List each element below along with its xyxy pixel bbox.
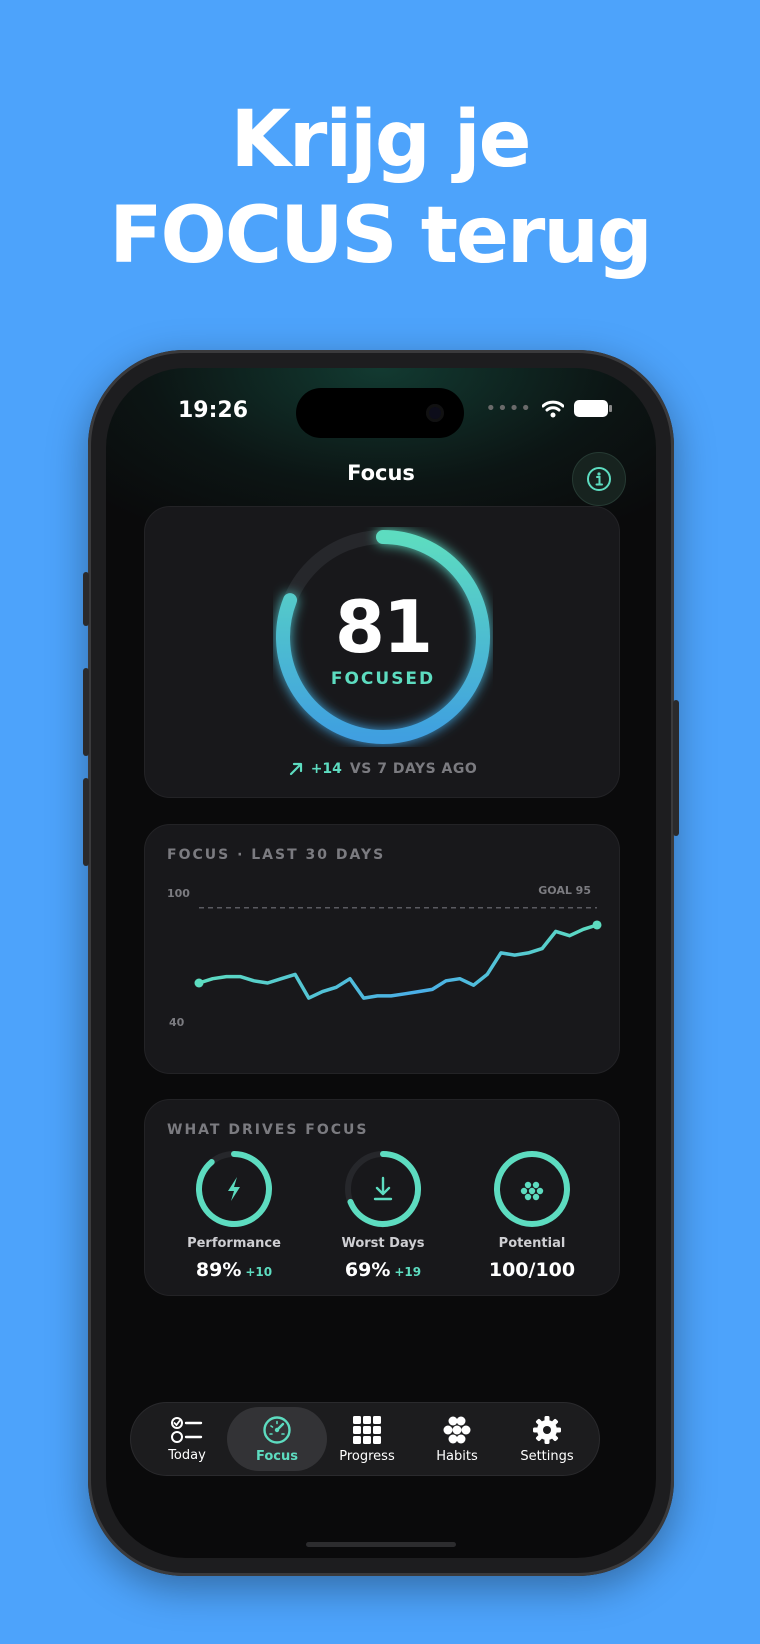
focus-trend-card: FOCUS · LAST 30 DAYS 100 40 GOAL 95 bbox=[144, 824, 620, 1074]
lightning-icon bbox=[228, 1177, 240, 1201]
tab-focus[interactable]: Focus bbox=[227, 1407, 327, 1471]
driver-potential[interactable]: Potential 100/100 bbox=[457, 1148, 607, 1281]
driver-performance[interactable]: Performance 89% +10 bbox=[159, 1148, 309, 1281]
phone-volume-up-button bbox=[83, 668, 89, 756]
tab-today-label: Today bbox=[168, 1447, 206, 1463]
headline-line-2: FOCUS terug bbox=[109, 191, 653, 281]
potential-value-row: 100/100 bbox=[457, 1259, 607, 1281]
arrow-up-right-icon bbox=[289, 762, 302, 776]
tab-focus-label: Focus bbox=[256, 1448, 298, 1464]
tab-bar: Today Focus Progress Habits Settings bbox=[130, 1402, 600, 1476]
performance-ring bbox=[196, 1151, 272, 1227]
driver-worst-days[interactable]: Worst Days 69% +19 bbox=[308, 1148, 458, 1281]
y-tick-max: 100 bbox=[167, 887, 190, 900]
app-screen: 19:26 •••• Focus 81 FOCUSED +14 VS 7 DAY… bbox=[106, 368, 656, 1558]
tab-progress-label: Progress bbox=[339, 1448, 395, 1464]
performance-value-row: 89% +10 bbox=[159, 1259, 309, 1281]
worst-days-ring bbox=[345, 1151, 421, 1227]
worst-days-value-row: 69% +19 bbox=[308, 1259, 458, 1281]
tab-progress[interactable]: Progress bbox=[317, 1407, 417, 1471]
tab-habits-label: Habits bbox=[436, 1448, 478, 1464]
focus-delta-text: VS 7 DAYS AGO bbox=[349, 761, 478, 777]
potential-ring bbox=[494, 1151, 570, 1227]
phone-frame: 19:26 •••• Focus 81 FOCUSED +14 VS 7 DAY… bbox=[83, 350, 679, 1576]
tab-settings[interactable]: Settings bbox=[497, 1407, 597, 1471]
phone-power-button bbox=[673, 700, 679, 836]
goal-label: GOAL 95 bbox=[538, 884, 591, 897]
gear-icon bbox=[533, 1415, 561, 1444]
gauge-icon bbox=[263, 1415, 291, 1444]
status-icons: •••• bbox=[485, 398, 612, 419]
y-tick-min: 40 bbox=[169, 1016, 185, 1029]
tab-settings-label: Settings bbox=[520, 1448, 574, 1464]
info-icon bbox=[587, 467, 611, 491]
focus-delta-value: +14 bbox=[310, 761, 342, 777]
download-arrow-icon bbox=[373, 1176, 393, 1201]
performance-value: 89% bbox=[195, 1259, 242, 1281]
phone-mute-button bbox=[83, 572, 89, 626]
signal-icon: •••• bbox=[485, 398, 532, 419]
focus-score-value: 81 bbox=[334, 585, 433, 669]
performance-label: Performance bbox=[187, 1236, 281, 1251]
wifi-icon bbox=[542, 400, 564, 417]
tab-today[interactable]: Today bbox=[137, 1407, 237, 1471]
checklist-icon bbox=[171, 1416, 203, 1443]
worst-days-delta: +19 bbox=[394, 1265, 422, 1279]
focus-series-line bbox=[197, 923, 599, 1000]
flower-icon bbox=[443, 1416, 471, 1443]
info-button[interactable] bbox=[572, 452, 626, 506]
tab-habits[interactable]: Habits bbox=[407, 1407, 507, 1471]
phone-volume-down-button bbox=[83, 778, 89, 866]
data-point bbox=[194, 978, 204, 988]
headline-line-1: Krijg je bbox=[230, 95, 531, 185]
focus-delta-row: +14 VS 7 DAYS AGO bbox=[145, 761, 621, 777]
data-point bbox=[592, 920, 602, 930]
focus-trend-chart: 100 40 GOAL 95 bbox=[167, 884, 602, 1029]
potential-value: 100/100 bbox=[488, 1259, 576, 1281]
worst-days-label: Worst Days bbox=[341, 1236, 425, 1251]
worst-days-value: 69% bbox=[344, 1259, 391, 1281]
battery-icon bbox=[574, 400, 612, 417]
focus-score-card: 81 FOCUSED +14 VS 7 DAYS AGO bbox=[144, 506, 620, 798]
home-indicator bbox=[306, 1542, 456, 1547]
focus-score-label: FOCUSED bbox=[330, 669, 436, 689]
headline: Krijg je FOCUS terug bbox=[0, 92, 760, 284]
potential-label: Potential bbox=[498, 1236, 566, 1251]
performance-delta: +10 bbox=[245, 1265, 273, 1279]
grid-icon bbox=[353, 1415, 381, 1444]
dynamic-island bbox=[296, 388, 464, 438]
drivers-card-title: WHAT DRIVES FOCUS bbox=[167, 1122, 369, 1138]
focus-drivers-card: WHAT DRIVES FOCUS Performance 89% +10 Wo… bbox=[144, 1099, 620, 1296]
dots-cluster-icon bbox=[520, 1181, 544, 1201]
status-time: 19:26 bbox=[178, 398, 249, 423]
